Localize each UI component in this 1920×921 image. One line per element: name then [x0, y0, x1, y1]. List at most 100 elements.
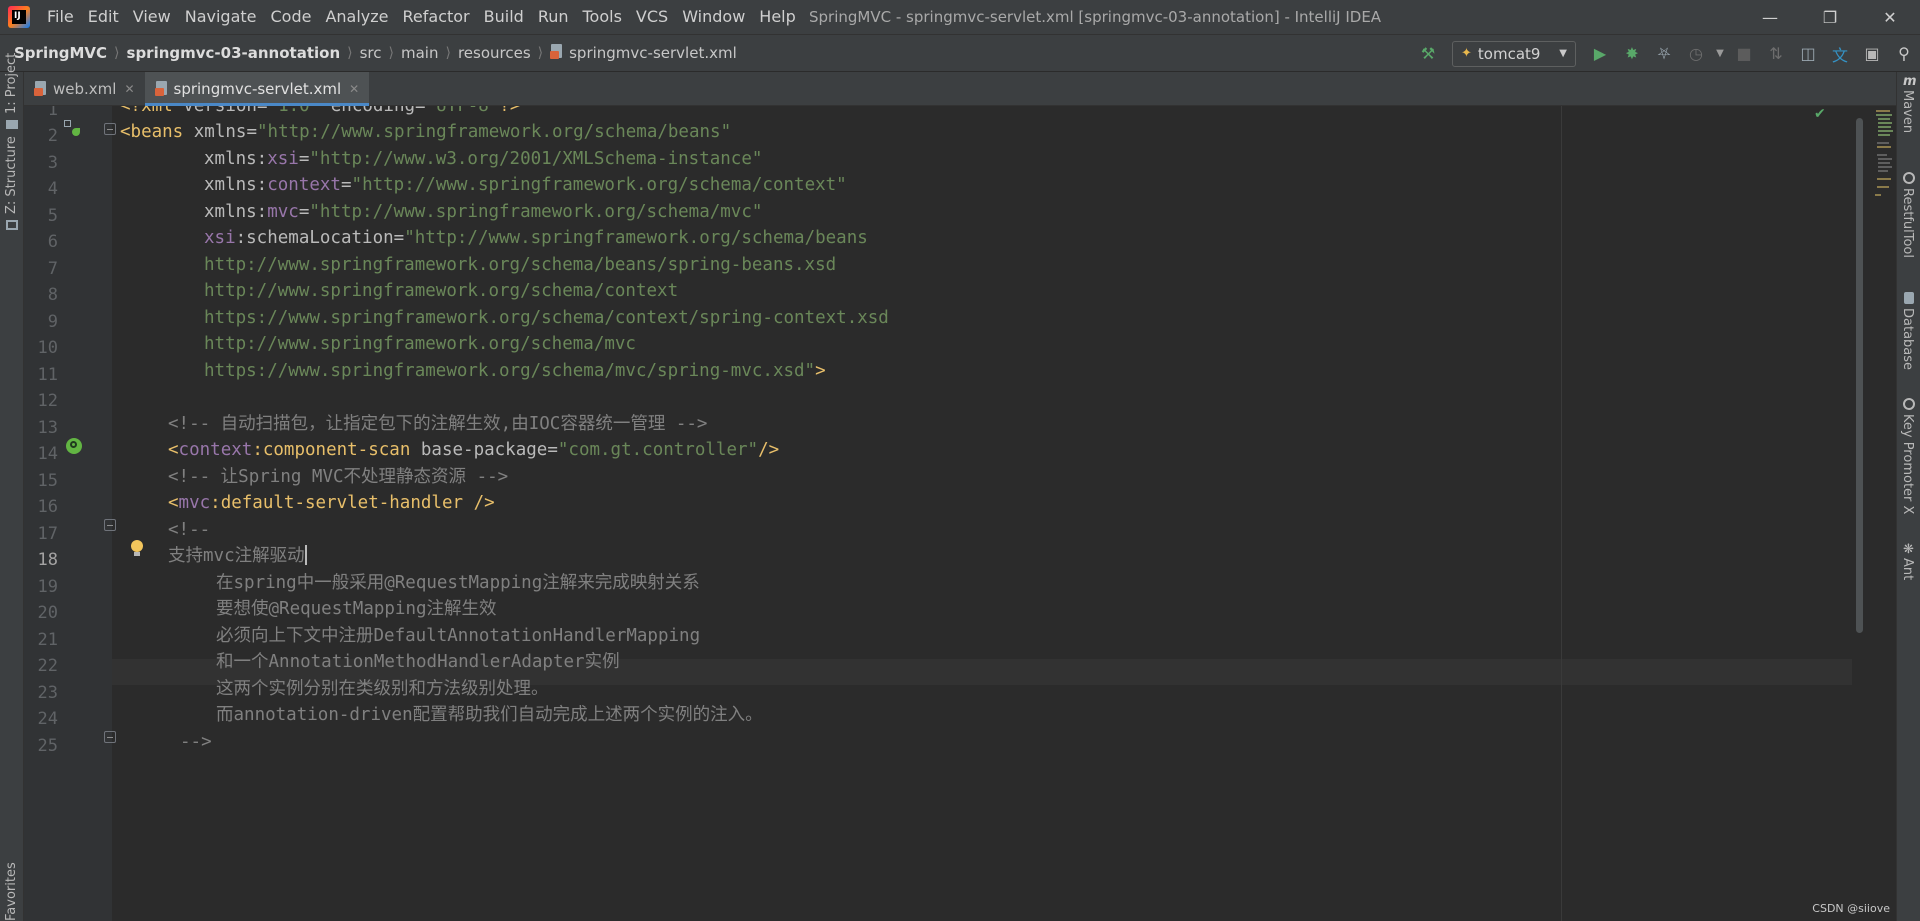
menu-help[interactable]: Help	[752, 0, 802, 34]
fold-marker-icon[interactable]	[104, 123, 116, 135]
breadcrumb: SpringMVC ⟩ springmvc-03-annotation ⟩ sr…	[0, 44, 737, 62]
profiler-icon[interactable]: ◷	[1680, 39, 1712, 69]
component-scan-gutter-icon[interactable]	[66, 438, 82, 454]
structure-icon	[6, 220, 18, 230]
coverage-icon[interactable]: ⛧	[1648, 39, 1680, 69]
breadcrumb-file-label: springmvc-servlet.xml	[569, 44, 737, 62]
menu-build[interactable]: Build	[477, 0, 531, 34]
line-number-current: 18	[37, 550, 58, 570]
restful-tool-icon	[1903, 172, 1915, 184]
menu-refactor[interactable]: Refactor	[396, 0, 477, 34]
stop-icon[interactable]: ■	[1728, 39, 1760, 69]
run-configuration-select[interactable]: ✦ tomcat9 ▼	[1452, 40, 1576, 67]
fold-marker-icon[interactable]	[104, 731, 116, 743]
code-line-21: 必须向上下文中注册DefaultAnnotationHandlerMapping	[216, 626, 701, 646]
menu-file[interactable]: File	[40, 0, 81, 34]
close-tab-icon[interactable]: ✕	[349, 82, 359, 96]
code-line-5: xmlns:mvc="http://www.springframework.or…	[204, 202, 763, 222]
code-line-13: <!-- 自动扫描包，让指定包下的注解生效,由IOC容器统一管理 -->	[168, 414, 708, 434]
more-run-options-icon[interactable]: ▼	[1712, 39, 1728, 69]
line-number: 15	[37, 471, 58, 491]
code-line-14: <context:component-scan base-package="co…	[168, 440, 780, 460]
main-menu: File Edit View Navigate Code Analyze Ref…	[40, 0, 803, 34]
code-line-20: 要想使@RequestMapping注解生效	[216, 599, 497, 619]
code-minimap[interactable]	[1872, 106, 1896, 921]
menu-vcs[interactable]: VCS	[629, 0, 675, 34]
right-tool-strip: m Maven RestfulTool Database Key Promote…	[1896, 72, 1920, 921]
menu-code[interactable]: Code	[264, 0, 319, 34]
line-number: 23	[37, 683, 58, 703]
code-line-23: 这两个实例分别在类级别和方法级别处理。	[216, 679, 549, 699]
code-line-8: http://www.springframework.org/schema/co…	[204, 281, 679, 301]
breadcrumb-project[interactable]: SpringMVC	[14, 44, 107, 62]
database-tool-button[interactable]: Database	[1900, 308, 1915, 370]
menu-run[interactable]: Run	[531, 0, 576, 34]
code-line-18-text: 支持mvc注解驱动	[168, 546, 305, 566]
line-number: 13	[37, 418, 58, 438]
restore-icon[interactable]: ❐	[1800, 0, 1860, 34]
line-number: 12	[37, 391, 58, 411]
breadcrumb-module[interactable]: springmvc-03-annotation	[127, 44, 341, 62]
code-line-7: http://www.springframework.org/schema/be…	[204, 255, 837, 275]
breadcrumb-src[interactable]: src	[360, 44, 382, 62]
vertical-scrollbar[interactable]	[1856, 118, 1863, 633]
menu-edit[interactable]: Edit	[81, 0, 126, 34]
close-tab-icon[interactable]: ✕	[124, 82, 134, 96]
tab-springmvc-servlet-xml[interactable]: springmvc-servlet.xml ✕	[144, 72, 370, 106]
presentation-icon[interactable]: ▣	[1856, 39, 1888, 69]
intention-bulb-icon[interactable]	[130, 540, 144, 558]
menu-view[interactable]: View	[126, 0, 178, 34]
breadcrumb-file[interactable]: springmvc-servlet.xml	[550, 44, 737, 62]
key-promoter-tool-button[interactable]: Key Promoter X	[1900, 414, 1915, 514]
code-line-11: https://www.springframework.org/schema/m…	[204, 361, 826, 381]
project-tool-button[interactable]: 1: Project	[4, 53, 19, 114]
maven-tool-button[interactable]: Maven	[1900, 90, 1915, 133]
tomcat-icon: ✦	[1461, 46, 1472, 61]
close-window-icon[interactable]: ✕	[1860, 0, 1920, 34]
vcs-update-icon[interactable]: ⇅	[1760, 39, 1792, 69]
window-controls: — ❐ ✕	[1740, 0, 1920, 34]
favorites-tool-button[interactable]: Favorites	[4, 862, 19, 921]
line-number: 25	[37, 736, 58, 756]
minimize-icon[interactable]: —	[1740, 0, 1800, 34]
code-line-19: 在spring中一般采用@RequestMapping注解来完成映射关系	[216, 573, 700, 593]
line-number: 4	[47, 179, 58, 199]
spring-beans-gutter-icon[interactable]	[64, 120, 80, 136]
tab-web-xml[interactable]: web.xml ✕	[24, 72, 145, 106]
inspection-ok-icon[interactable]: ✔	[1814, 106, 1826, 122]
code-line-9: https://www.springframework.org/schema/c…	[204, 308, 889, 328]
structure-tool-button[interactable]: Z: Structure	[4, 136, 19, 214]
folder-icon	[6, 120, 18, 129]
debug-icon[interactable]: ✸	[1616, 39, 1648, 69]
run-configuration-label: tomcat9	[1477, 44, 1541, 63]
restful-tool-button[interactable]: RestfulTool	[1900, 188, 1915, 258]
chevron-right-icon: ⟩	[347, 45, 353, 61]
navigation-bar: SpringMVC ⟩ springmvc-03-annotation ⟩ sr…	[0, 34, 1920, 72]
code-editor[interactable]: 1 2 3 4 5 6 7 8 9 10 11 12 13 14 15 16 1…	[24, 106, 1896, 921]
ant-tool-button[interactable]: Ant	[1900, 558, 1915, 580]
line-number: 16	[37, 497, 58, 517]
watermark: CSDN @siiove	[1812, 902, 1890, 915]
run-toolbar: ⚒ ✦ tomcat9 ▼ ▶ ✸ ⛧ ◷ ▼ ■ ⇅ ◫ 文 ▣ ⚲	[1412, 35, 1920, 72]
search-icon[interactable]: ⚲	[1888, 39, 1920, 69]
menu-tools[interactable]: Tools	[576, 0, 629, 34]
menu-analyze[interactable]: Analyze	[318, 0, 395, 34]
line-number: 11	[37, 365, 58, 385]
code-line-25: -->	[180, 732, 212, 752]
key-promoter-icon	[1903, 398, 1915, 410]
run-icon[interactable]: ▶	[1584, 39, 1616, 69]
build-hammer-icon[interactable]: ⚒	[1412, 39, 1444, 69]
right-margin-guide	[1561, 106, 1562, 921]
translate-icon[interactable]: 文	[1824, 39, 1856, 69]
line-number: 21	[37, 630, 58, 650]
line-number: 6	[47, 232, 58, 252]
breadcrumb-main[interactable]: main	[401, 44, 438, 62]
code-line-6: xsi:schemaLocation="http://www.springfra…	[204, 228, 868, 248]
line-number: 7	[47, 259, 58, 279]
line-number: 8	[47, 285, 58, 305]
menu-navigate[interactable]: Navigate	[178, 0, 264, 34]
fold-marker-icon[interactable]	[104, 519, 116, 531]
menu-window[interactable]: Window	[675, 0, 752, 34]
breadcrumb-resources[interactable]: resources	[458, 44, 531, 62]
project-structure-icon[interactable]: ◫	[1792, 39, 1824, 69]
